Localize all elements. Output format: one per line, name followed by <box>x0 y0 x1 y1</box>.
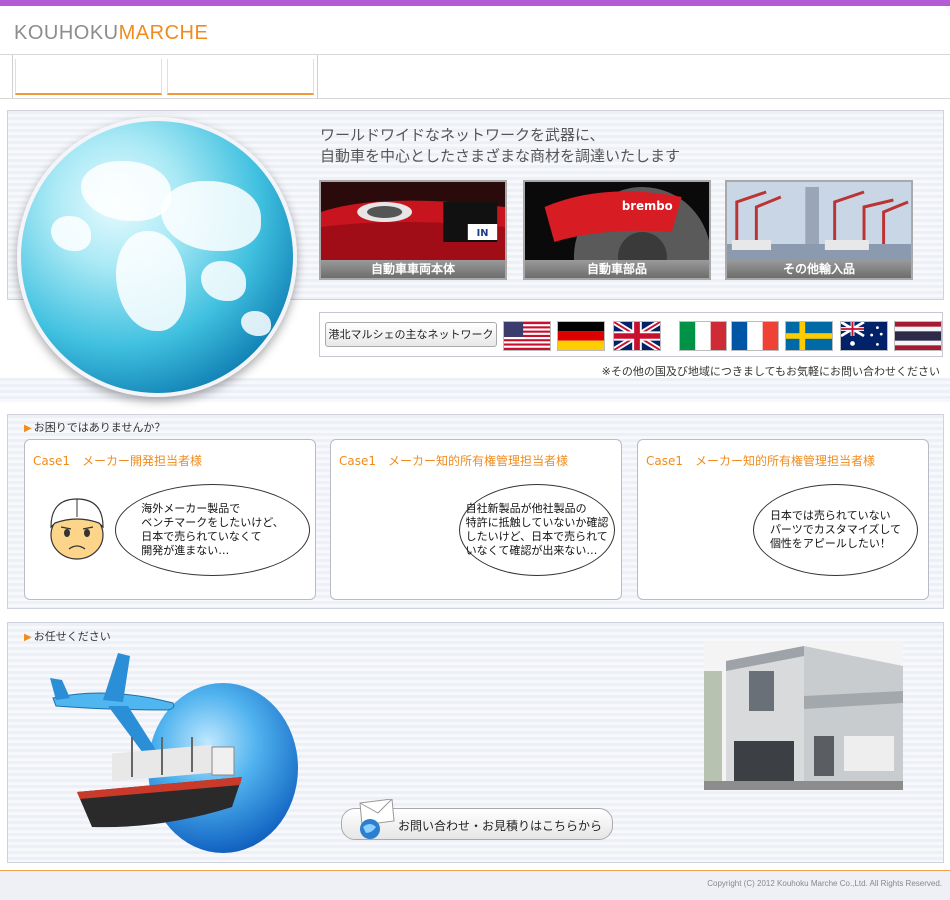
tile-label: 自動車車両本体 <box>321 260 505 278</box>
bubble-line: 日本では売られていない <box>769 509 891 522</box>
bubble-line: 個性をアピールしたい！ <box>769 537 891 550</box>
sweden-flag-icon[interactable] <box>785 321 833 351</box>
brake-brand-text: brembo <box>622 199 673 213</box>
logo-text-marche: MARCHE <box>118 22 209 44</box>
triangle-bullet-icon: ▶ <box>24 423 32 434</box>
nav-divider <box>12 55 13 99</box>
bubble-line: パーツでカスタマイズして <box>769 523 902 536</box>
network-label: 港北マルシェの主なネットワーク <box>325 322 497 347</box>
nav-divider <box>317 55 318 99</box>
network-note: ※その他の国及び地域につきましてもお気軽にお問い合わせください <box>601 365 940 378</box>
case-card-3: Case1 メーカー知的所有権管理担当者様 日本では売られていない パーツでカス… <box>637 439 929 600</box>
italy-flag-icon[interactable] <box>679 321 727 351</box>
case-title: Case1 メーカー知的所有権管理担当者様 <box>646 454 876 468</box>
nav-item-2[interactable] <box>167 59 314 95</box>
bubble-line: いなくて確認が出来ない… <box>465 544 598 557</box>
bubble-line: 日本で売られていなくて <box>141 530 262 543</box>
bubble-line: 自社新製品が他社製品の <box>465 502 587 515</box>
trouble-heading: ▶ お困りではありませんか？ <box>24 419 165 435</box>
uk-flag-icon[interactable] <box>613 321 661 351</box>
speech-bubble: 海外メーカー製品で ベンチマークをしたいけど、 日本で売られていなくて 開発が進… <box>115 484 310 576</box>
case-title: Case1 メーカー開発担当者様 <box>33 454 203 468</box>
bubble-line: 海外メーカー製品で <box>141 502 241 515</box>
france-flag-icon[interactable] <box>731 321 779 351</box>
germany-flag-icon[interactable] <box>557 321 605 351</box>
site-footer: Copyright (C) 2012 Kouhoku Marche Co.,Lt… <box>0 871 950 900</box>
bubble-line: 特許に抵触していないか確認 <box>465 516 609 529</box>
leave-heading: ▶ お任せください <box>24 628 111 644</box>
worried-person-icon <box>50 498 104 560</box>
tile-vehicles[interactable]: IN 自動車車両本体 <box>319 180 507 280</box>
tagline-line-1: ワールドワイドなネットワークを武器に、 <box>320 126 605 144</box>
bubble-line: したいけど、日本で売られて <box>465 530 608 543</box>
tile-label: 自動車部品 <box>525 260 709 278</box>
bubble-line: ベンチマークをしたいけど、 <box>141 516 284 529</box>
tagline-line-2: 自動車を中心としたさまざまな商材を調達いたします <box>320 147 681 165</box>
plate-text: IN <box>477 228 489 239</box>
hero-tagline: ワールドワイドなネットワークを武器に、 自動車を中心としたさまざまな商材を調達い… <box>320 125 680 167</box>
thailand-flag-icon[interactable] <box>894 321 942 351</box>
trouble-heading-text: お困りではありませんか？ <box>33 421 166 434</box>
australia-flag-icon[interactable] <box>840 321 888 351</box>
tile-label: その他輸入品 <box>727 260 911 278</box>
network-panel: 港北マルシェの主なネットワーク <box>319 312 943 357</box>
nav-item-1[interactable] <box>15 59 162 95</box>
speech-bubble: 自社新製品が他社製品の 特許に抵触していないか確認 したいけど、日本で売られて … <box>459 484 615 576</box>
port-photo-icon <box>727 182 911 264</box>
office-building-photo <box>704 641 903 790</box>
bubble-line: 開発が進まない… <box>141 544 230 557</box>
leave-heading-text: お任せください <box>33 630 111 643</box>
triangle-bullet-icon: ▶ <box>24 632 32 643</box>
speech-bubble: 日本では売られていない パーツでカスタマイズして 個性をアピールしたい！ <box>753 484 918 576</box>
tile-imports[interactable]: その他輸入品 <box>725 180 913 280</box>
contact-estimate-button[interactable]: お問い合わせ・お見積りはこちらから <box>341 799 613 840</box>
case-card-2: Case1 メーカー知的所有権管理担当者様 自社新製品が他社製品の 特許に抵触し… <box>330 439 622 600</box>
contact-button-label: お問い合わせ・お見積りはこちらから <box>398 819 603 833</box>
cargo-ship-icon <box>77 737 242 828</box>
mail-globe-icon <box>359 799 395 839</box>
tile-parts[interactable]: brembo 自動車部品 <box>523 180 711 280</box>
global-nav <box>0 54 950 99</box>
copyright-text: Copyright (C) 2012 Kouhoku Marche Co.,Lt… <box>707 879 942 888</box>
brake-photo-icon: brembo <box>525 182 709 264</box>
site-header: KOUHOKUMARCHE <box>0 6 950 54</box>
case-title: Case1 メーカー知的所有権管理担当者様 <box>339 454 569 468</box>
site-logo[interactable]: KOUHOKUMARCHE <box>14 22 208 45</box>
logo-text-kouhoku: KOUHOKU <box>14 22 119 44</box>
case-card-1: Case1 メーカー開発担当者様 海外メーカー製品で ベンチマークをしたいけど、… <box>24 439 316 600</box>
car-photo-icon: IN <box>321 182 505 264</box>
usa-flag-icon[interactable] <box>503 321 551 351</box>
globe-image <box>17 117 297 397</box>
